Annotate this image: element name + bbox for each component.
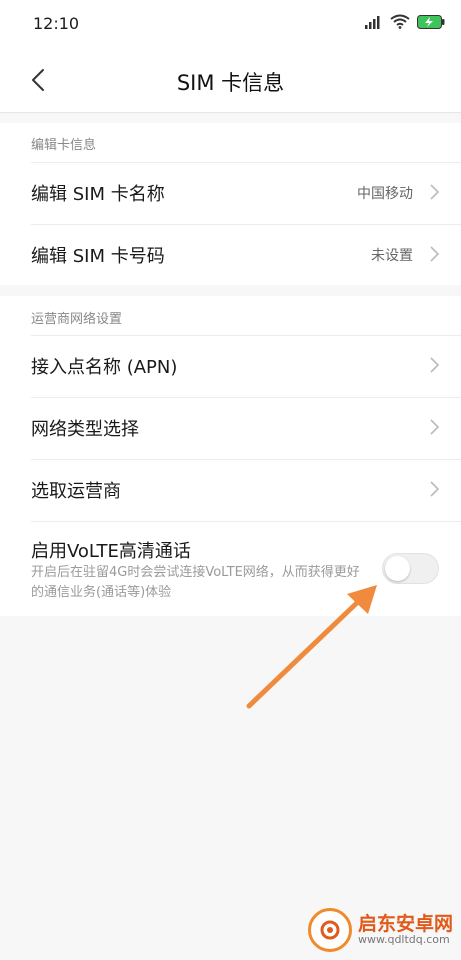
section-carrier-network-settings: 运营商网络设置 接入点名称 (APN) 网络类型选择 选取运营商 启用VoLTE… bbox=[0, 296, 461, 616]
row-label: 编辑 SIM 卡号码 bbox=[31, 246, 165, 267]
section-edit-card-info: 编辑卡信息 编辑 SIM 卡名称 中国移动 编辑 SIM 卡号码 未设置 bbox=[0, 123, 461, 285]
row-divider bbox=[31, 162, 461, 163]
status-bar: 12:10 bbox=[0, 0, 461, 50]
status-time: 12:10 bbox=[33, 14, 80, 33]
row-divider bbox=[31, 335, 461, 336]
signal-icon bbox=[365, 14, 383, 33]
watermark-text: 启东安卓网 www.qdltdq.com bbox=[357, 912, 453, 947]
row-apn[interactable]: 接入点名称 (APN) bbox=[0, 335, 461, 396]
toggle-knob bbox=[385, 556, 410, 581]
watermark-logo-icon bbox=[307, 908, 352, 952]
header-divider bbox=[0, 112, 461, 113]
row-edit-sim-name[interactable]: 编辑 SIM 卡名称 中国移动 bbox=[0, 162, 461, 223]
row-label: 网络类型选择 bbox=[31, 419, 139, 440]
watermark-url: www.qdltdq.com bbox=[357, 933, 450, 947]
chevron-right-icon bbox=[427, 479, 441, 499]
volte-title: 启用VoLTE高清通话 bbox=[31, 541, 191, 562]
chevron-right-icon bbox=[427, 182, 441, 202]
row-choose-carrier[interactable]: 选取运营商 bbox=[0, 459, 461, 520]
chevron-right-icon bbox=[427, 417, 441, 437]
watermark-name: 启东安卓网 bbox=[357, 912, 453, 935]
row-label: 编辑 SIM 卡名称 bbox=[31, 184, 165, 205]
page-title: SIM 卡信息 bbox=[176, 71, 285, 95]
section-header: 运营商网络设置 bbox=[31, 312, 123, 327]
row-divider bbox=[31, 397, 461, 398]
row-network-type[interactable]: 网络类型选择 bbox=[0, 397, 461, 458]
row-label: 选取运营商 bbox=[31, 481, 121, 502]
chevron-right-icon bbox=[427, 355, 441, 375]
volte-description: 开启后在驻留4G时会尝试连接VoLTE网络，从而获得更好的通信业务(通话等)体验 bbox=[31, 565, 360, 600]
title-bar: SIM 卡信息 bbox=[0, 52, 461, 112]
sim-info-screen: 12:10 SIM 卡信息 编辑卡信息 编辑 SIM 卡名称 中国移动 编辑 S… bbox=[0, 0, 461, 960]
watermark: 启东安卓网 www.qdltdq.com bbox=[307, 908, 453, 952]
wifi-icon bbox=[390, 14, 410, 33]
battery-charging-icon bbox=[417, 14, 445, 33]
row-value: 中国移动 bbox=[357, 186, 413, 202]
status-icons bbox=[365, 14, 445, 33]
row-divider bbox=[31, 521, 461, 522]
row-value: 未设置 bbox=[371, 248, 413, 264]
row-label: 接入点名称 (APN) bbox=[31, 357, 178, 378]
row-divider bbox=[31, 224, 461, 225]
chevron-right-icon bbox=[427, 244, 441, 264]
row-divider bbox=[31, 459, 461, 460]
row-edit-sim-number[interactable]: 编辑 SIM 卡号码 未设置 bbox=[0, 224, 461, 285]
volte-toggle[interactable] bbox=[382, 553, 439, 584]
section-header: 编辑卡信息 bbox=[31, 138, 97, 153]
